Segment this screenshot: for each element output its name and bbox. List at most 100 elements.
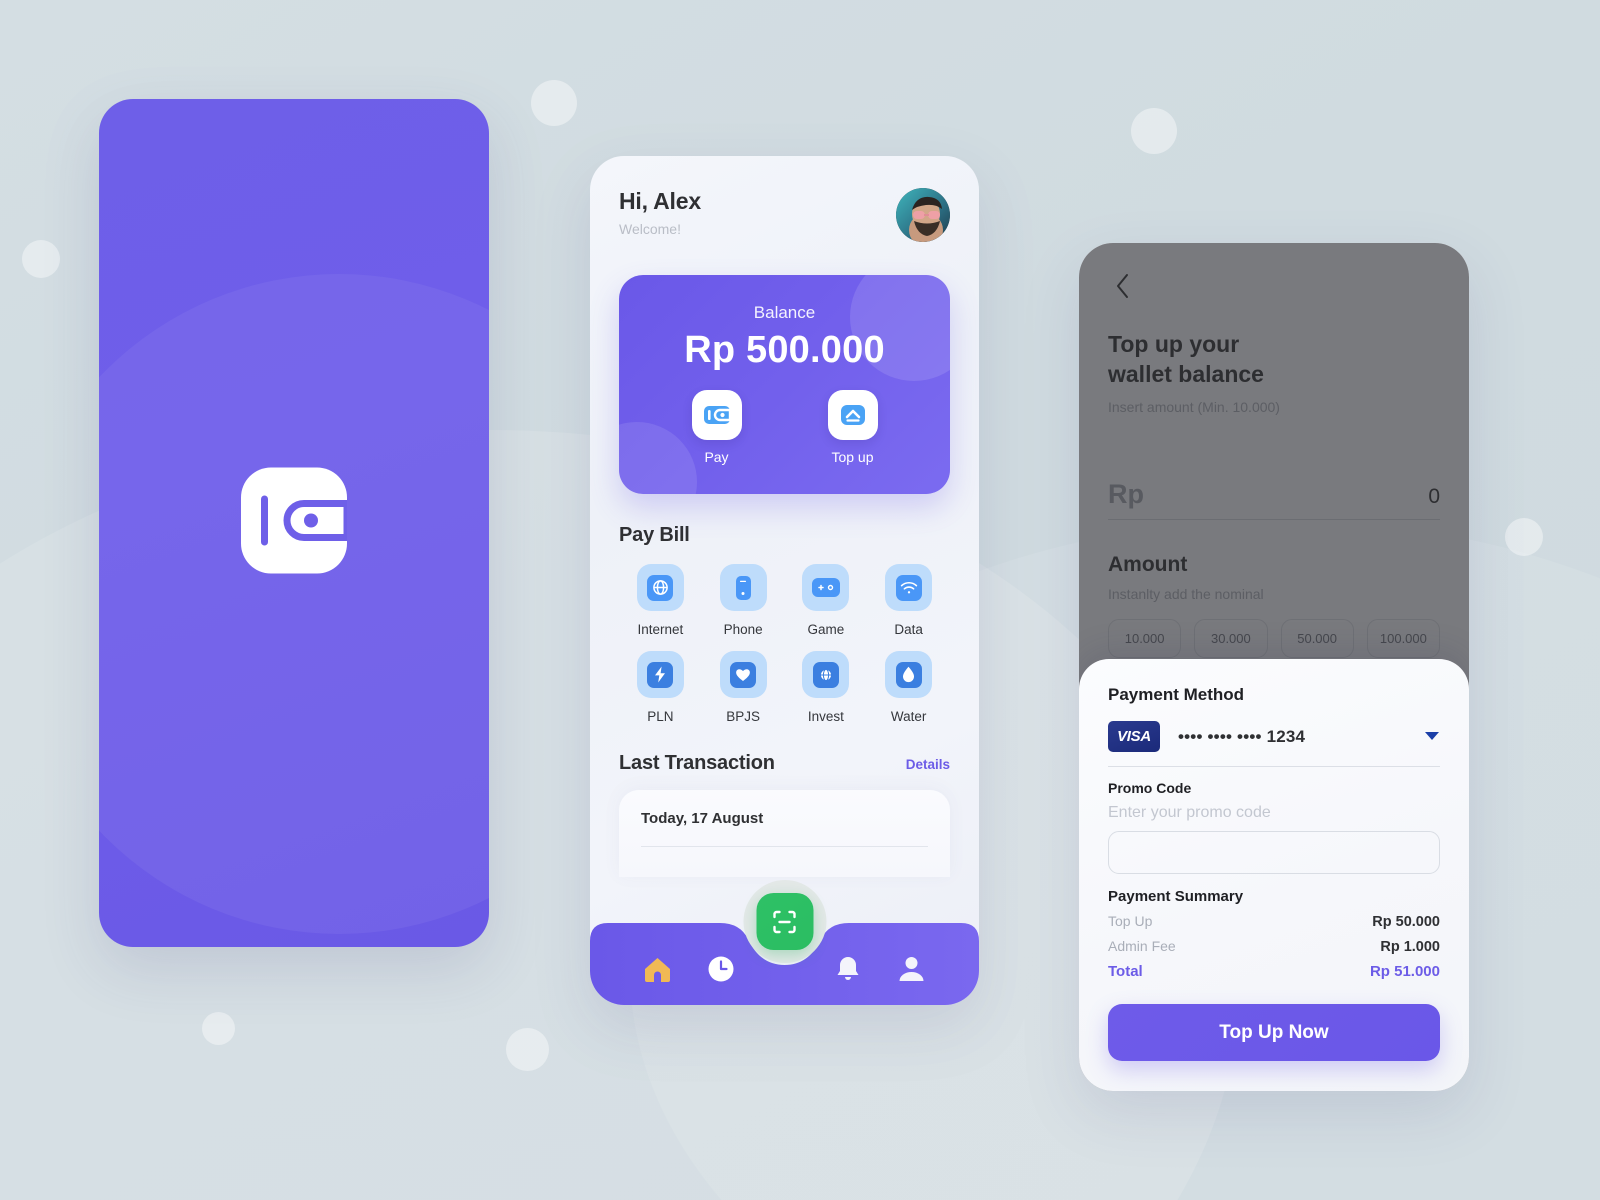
topup-heading-line2: wallet balance (1108, 361, 1264, 388)
chevron-down-icon[interactable] (1424, 728, 1440, 746)
topup-now-button[interactable]: Top Up Now (1108, 1004, 1440, 1061)
topup-button[interactable]: Top up (827, 390, 878, 465)
topup-screen-phone: Top up your wallet balance Insert amount… (1079, 243, 1469, 1091)
chevron-left-icon (1117, 274, 1128, 298)
bill-item-invest[interactable]: Invest (785, 651, 868, 724)
balance-actions: Pay Top up (619, 390, 950, 465)
summary-value: Rp 1.000 (1380, 939, 1440, 955)
pay-button[interactable]: Pay (691, 390, 742, 465)
bill-tile (802, 651, 850, 698)
balance-label: Balance (753, 303, 816, 322)
back-button[interactable] (1108, 271, 1138, 301)
bill-label: BPJS (726, 709, 760, 724)
background-dot (506, 1028, 549, 1071)
amount-chip-30000[interactable]: 30.000 (1194, 618, 1268, 658)
mobile-phone-icon (735, 575, 751, 600)
payment-summary-title: Payment Summary (1108, 888, 1244, 905)
promo-code-hint: Enter your promo code (1108, 804, 1271, 821)
payment-method-title: Payment Method (1108, 685, 1245, 704)
bill-tile (719, 651, 767, 698)
visa-logo-icon: VISA (1108, 721, 1160, 752)
wifi-icon (895, 574, 922, 601)
bill-tile (885, 564, 933, 611)
last-transaction-title: Last Transaction (619, 752, 775, 774)
amount-chip-50000[interactable]: 50.000 (1280, 618, 1354, 658)
bill-tile (885, 651, 933, 698)
bill-item-pln[interactable]: PLN (619, 651, 702, 724)
summary-total-key: Total (1108, 963, 1143, 980)
topup-button-label: Top up (831, 449, 874, 465)
globe-icon (647, 574, 674, 601)
summary-total-value: Rp 51.000 (1369, 963, 1440, 980)
nav-item-history[interactable] (689, 955, 752, 983)
summary-row-admin-fee: Admin Fee Rp 1.000 (1108, 938, 1440, 955)
promo-code-label: Promo Code (1108, 780, 1192, 796)
bill-item-phone[interactable]: Phone (702, 564, 785, 637)
nav-item-profile[interactable] (880, 955, 943, 983)
topup-heading: Top up your wallet balance (1108, 329, 1440, 390)
amount-chip-row: 10.000 30.000 50.000 100.000 (1108, 618, 1440, 658)
topup-heading-line1: Top up your (1108, 331, 1240, 357)
promo-code-input[interactable] (1108, 831, 1440, 874)
paybill-section-title: Pay Bill (619, 524, 690, 546)
details-link[interactable]: Details (906, 757, 950, 772)
avatar[interactable] (896, 188, 950, 242)
summary-row-total: Total Rp 51.000 (1108, 963, 1440, 980)
bill-item-bpjs[interactable]: BPJS (702, 651, 785, 724)
nav-item-home[interactable] (626, 956, 689, 983)
bill-tile (636, 651, 684, 698)
balance-amount: Rp 500.000 (684, 329, 885, 371)
greeting-block: Hi, Alex Welcome! (619, 188, 701, 237)
clock-icon (708, 956, 734, 982)
last-transaction-header: Last Transaction Details (619, 752, 950, 775)
home-header: Hi, Alex Welcome! (619, 156, 950, 242)
paybill-grid: Internet Phone Game Data PLN BPJS Invest… (619, 564, 950, 724)
background-dot (22, 240, 60, 278)
bottom-nav (590, 880, 979, 1005)
amount-section-subtitle: Instanlty add the nominal (1108, 585, 1264, 602)
nav-item-notifications[interactable] (816, 955, 879, 983)
amount-chip-10000[interactable]: 10.000 (1108, 618, 1182, 658)
pay-button-label: Pay (704, 449, 729, 465)
bill-label: Invest (807, 709, 844, 724)
bill-label: Phone (723, 622, 763, 637)
divider (641, 846, 928, 847)
home-icon (645, 958, 671, 982)
last-transaction-card: Today, 17 August (619, 790, 950, 877)
payment-method-sheet: Payment Method VISA •••• •••• •••• 1234 … (1079, 659, 1469, 1091)
bill-item-water[interactable]: Water (867, 651, 950, 724)
splash-glow-circle (99, 274, 489, 934)
heart-icon (730, 661, 757, 688)
summary-value: Rp 50.000 (1372, 914, 1440, 930)
greeting-subtitle: Welcome! (619, 221, 681, 237)
bill-label: Internet (637, 622, 684, 637)
background-dot (1131, 108, 1177, 154)
bill-tile (719, 564, 767, 611)
bill-item-game[interactable]: Game (785, 564, 868, 637)
gamepad-icon (811, 578, 840, 597)
background-dot (202, 1012, 235, 1045)
bill-label: Data (894, 622, 923, 637)
bell-icon (837, 957, 859, 980)
bill-label: Game (807, 622, 845, 637)
amount-input[interactable]: Rp 0 (1108, 479, 1440, 520)
bill-item-data[interactable]: Data (867, 564, 950, 637)
background-dot (531, 80, 577, 126)
card-masked-number: •••• •••• •••• 1234 (1178, 726, 1306, 746)
amount-input-prefix: Rp (1108, 478, 1144, 509)
bill-tile (802, 564, 850, 611)
water-drop-icon (895, 661, 922, 688)
summary-key: Top Up (1108, 913, 1153, 929)
page-title: Hi, Alex (619, 188, 701, 214)
topup-subtitle: Insert amount (Min. 10.000) (1108, 398, 1280, 415)
home-screen: Hi, Alex Welcome! Balance Rp 500.000 Pay… (590, 156, 979, 1005)
amount-chip-100000[interactable]: 100.000 (1366, 618, 1440, 658)
person-icon (899, 957, 924, 981)
summary-row-topup: Top Up Rp 50.000 (1108, 913, 1440, 930)
globe-grid-icon (812, 661, 839, 688)
amount-section-title: Amount (1108, 552, 1188, 576)
lightning-bolt-icon (647, 661, 674, 688)
bill-item-internet[interactable]: Internet (619, 564, 702, 637)
bill-label: PLN (647, 709, 674, 724)
payment-card-selector[interactable]: VISA •••• •••• •••• 1234 (1108, 721, 1440, 767)
